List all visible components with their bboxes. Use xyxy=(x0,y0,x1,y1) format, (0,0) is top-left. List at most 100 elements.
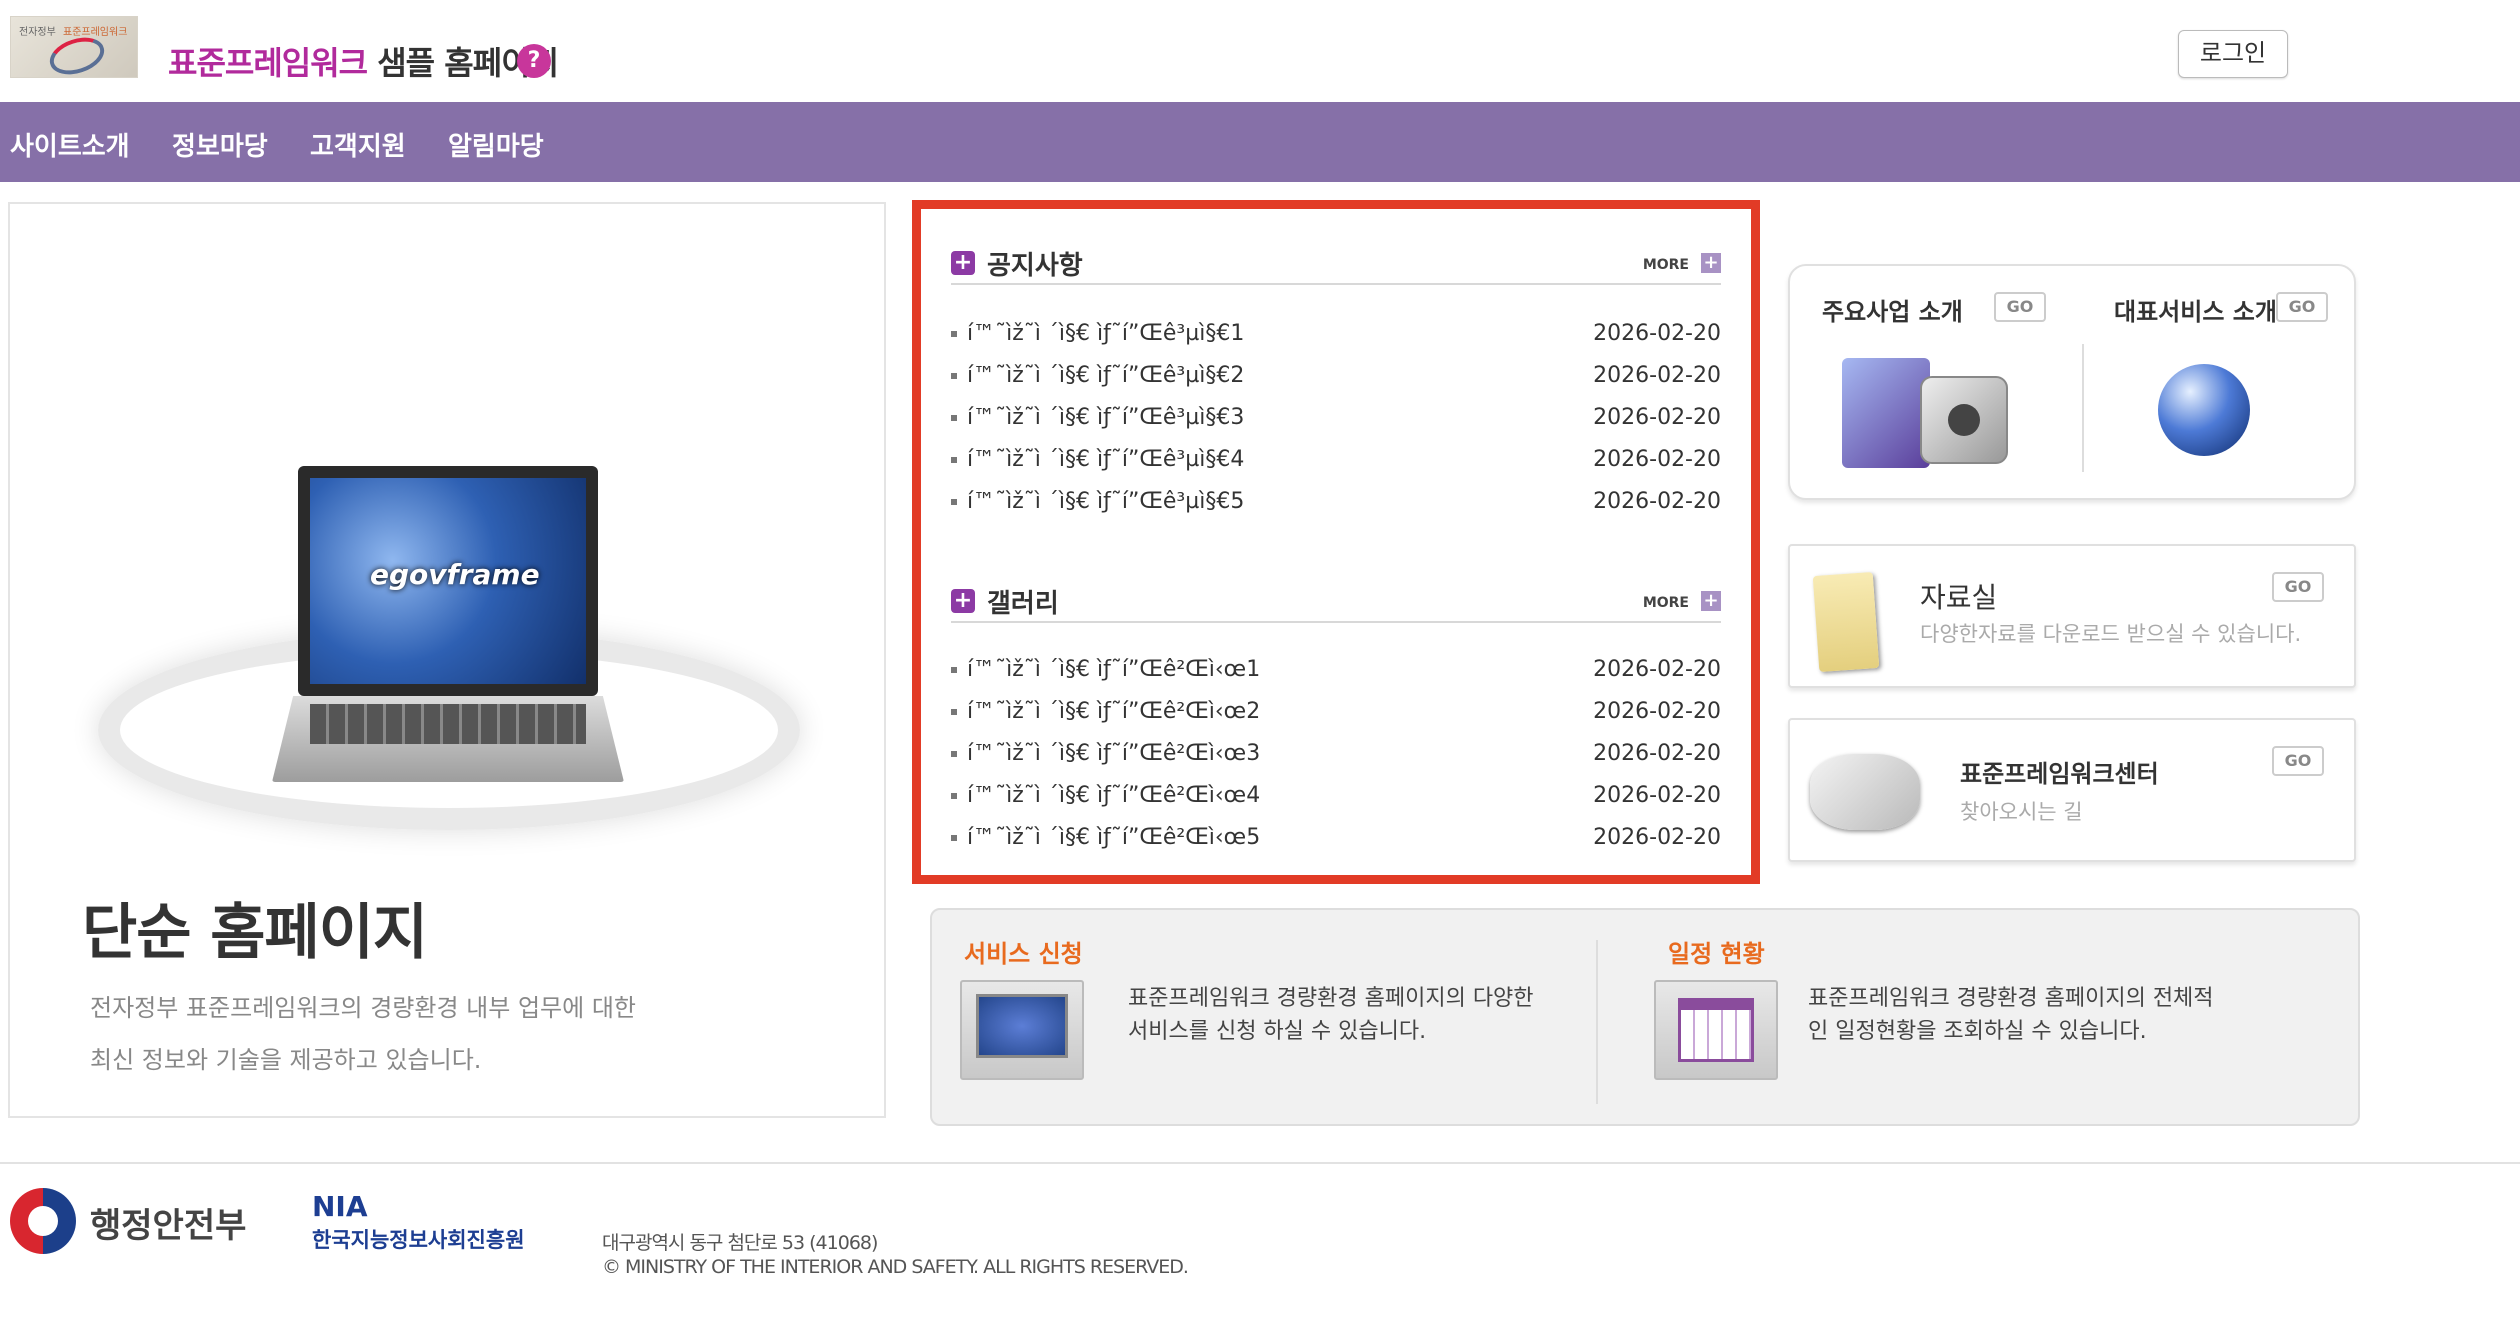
footer-divider xyxy=(0,1162,2520,1164)
bullet-icon xyxy=(951,667,957,673)
gallery-item-date: 2026-02-20 xyxy=(1593,699,1721,724)
logo-text-right: 표준프레임워크 xyxy=(63,27,128,38)
nav-item-notice[interactable]: 알림마당 xyxy=(448,126,544,163)
gallery-more-link[interactable]: MORE xyxy=(1643,595,1689,611)
notice-list-item[interactable]: í™˜ìž˜ì ´ì§€ ìƒ˜í”Œê³µì§€3 2026-02-20 xyxy=(951,401,1721,441)
ministry-logo-icon xyxy=(10,1188,76,1254)
gallery-list-item[interactable]: í™˜ìž˜ì ´ì§€ ìƒ˜í”Œê²Œì‹œ3 2026-02-20 xyxy=(951,737,1721,777)
gallery-item-title[interactable]: í™˜ìž˜ì ´ì§€ ìƒ˜í”Œê²Œì‹œ4 xyxy=(967,783,1260,808)
gallery-item-date: 2026-02-20 xyxy=(1593,741,1721,766)
footer-address: 대구광역시 동구 첨단로 53 (41068) xyxy=(602,1232,878,1254)
nav-item-site-intro[interactable]: 사이트소개 xyxy=(10,126,130,163)
gallery-item-title[interactable]: í™˜ìž˜ì ´ì§€ ìƒ˜í”Œê²Œì‹œ3 xyxy=(967,741,1260,766)
logo-ring-icon xyxy=(45,31,109,77)
schedule-image[interactable] xyxy=(1654,980,1778,1080)
notice-item-date: 2026-02-20 xyxy=(1593,489,1721,514)
help-icon[interactable]: ? xyxy=(517,44,551,78)
notice-item-title[interactable]: í™˜ìž˜ì ´ì§€ ìƒ˜í”Œê³µì§€4 xyxy=(967,447,1244,472)
main-service-label[interactable]: 대표서비스 소개 xyxy=(2114,292,2277,327)
center-subtitle: 찾아오시는 길 xyxy=(1960,800,2083,824)
nav-item-support[interactable]: 고객지원 xyxy=(310,126,406,163)
notice-item-date: 2026-02-20 xyxy=(1593,447,1721,472)
hero-description: 전자정부 표준프레임워크의 경량환경 내부 업무에 대한 최신 정보와 기술을 … xyxy=(90,982,636,1086)
laptop-screen-text: egovframe xyxy=(370,558,540,591)
notice-list-item[interactable]: í™˜ìž˜ì ´ì§€ ìƒ˜í”Œê³µì§€4 2026-02-20 xyxy=(951,443,1721,483)
ministry-name: 행정안전부 xyxy=(90,1206,247,1246)
main-business-go-button[interactable]: GO xyxy=(1994,292,2046,322)
laptop-image: egovframe xyxy=(298,466,598,696)
gallery-list-item[interactable]: í™˜ìž˜ì ´ì§€ ìƒ˜í”Œê²Œì‹œ4 2026-02-20 xyxy=(951,779,1721,819)
laptop-screen: egovframe xyxy=(310,478,586,684)
site-title[interactable]: 표준프레임워크 샘플 홈페이지 xyxy=(168,38,559,84)
schedule-line1: 표준프레임워크 경량환경 홈페이지의 전체적 xyxy=(1808,986,2214,1011)
notice-list-item[interactable]: í™˜ìž˜ì ´ì§€ ìƒ˜í”Œê³µì§€5 2026-02-20 xyxy=(951,485,1721,525)
login-button[interactable]: 로그인 xyxy=(2178,30,2288,78)
notice-item-date: 2026-02-20 xyxy=(1593,405,1721,430)
business-service-card: 주요사업 소개 GO 대표서비스 소개 GO xyxy=(1788,264,2356,500)
nia-name: 한국지능정보사회진흥원 xyxy=(312,1228,525,1252)
gallery-more-plus-icon[interactable]: + xyxy=(1701,591,1721,611)
phone-icon xyxy=(1810,754,1920,830)
main-nav: 사이트소개 정보마당 고객지원 알림마당 xyxy=(0,102,2520,182)
gallery-item-title[interactable]: í™˜ìž˜ì ´ì§€ ìƒ˜í”Œê²Œì‹œ5 xyxy=(967,825,1260,850)
notice-list-item[interactable]: í™˜ìž˜ì ´ì§€ ìƒ˜í”Œê³µì§€1 2026-02-20 xyxy=(951,317,1721,357)
service-apply-line1: 표준프레임워크 경량환경 홈페이지의 다양한 xyxy=(1128,986,1534,1011)
egov-logo[interactable]: 전자정부 표준프레임워크 xyxy=(10,16,138,78)
library-title[interactable]: 자료실 xyxy=(1920,576,1997,616)
gallery-item-date: 2026-02-20 xyxy=(1593,783,1721,808)
notice-title: 공지사항 xyxy=(987,251,1083,281)
bullet-icon xyxy=(951,457,957,463)
schedule-title[interactable]: 일정 현황 xyxy=(1668,934,1765,969)
main-service-go-button[interactable]: GO xyxy=(2276,292,2328,322)
bullet-icon xyxy=(951,331,957,337)
notice-item-date: 2026-02-20 xyxy=(1593,321,1721,346)
library-card[interactable]: 자료실 다양한자료를 다운로드 받으실 수 있습니다. GO xyxy=(1788,544,2356,688)
notice-item-title[interactable]: í™˜ìž˜ì ´ì§€ ìƒ˜í”Œê³µì§€2 xyxy=(967,363,1244,388)
center-go-button[interactable]: GO xyxy=(2272,746,2324,776)
library-go-button[interactable]: GO xyxy=(2272,572,2324,602)
gallery-list-item[interactable]: í™˜ìž˜ì ´ì§€ ìƒ˜í”Œê²Œì‹œ2 2026-02-20 xyxy=(951,695,1721,735)
nav-item-info[interactable]: 정보마당 xyxy=(172,126,268,163)
gallery-plus-icon: + xyxy=(951,589,975,613)
notice-plus-icon: + xyxy=(951,251,975,275)
bullet-icon xyxy=(951,499,957,505)
monitor-icon xyxy=(976,994,1068,1058)
bullet-icon xyxy=(951,709,957,715)
gallery-list-item[interactable]: í™˜ìž˜ì ´ì§€ ìƒ˜í”Œê²Œì‹œ5 2026-02-20 xyxy=(951,821,1721,861)
nia-logo: NIA xyxy=(312,1190,368,1223)
service-panel: 서비스 신청 표준프레임워크 경량환경 홈페이지의 다양한 서비스를 신청 하실… xyxy=(930,908,2360,1126)
card-divider xyxy=(2082,344,2084,472)
hero-desc-line2: 최신 정보와 기술을 제공하고 있습니다. xyxy=(90,1046,482,1074)
service-apply-line2: 서비스를 신청 하실 수 있습니다. xyxy=(1128,1019,1427,1044)
gallery-list-item[interactable]: í™˜ìž˜ì ´ì§€ ìƒ˜í”Œê²Œì‹œ1 2026-02-20 xyxy=(951,653,1721,693)
calendar-icon xyxy=(1678,998,1754,1062)
board-highlight-box: + 공지사항 MORE + í™˜ìž˜ì ´ì§€ ìƒ˜í”Œê³µì§€1… xyxy=(912,200,1760,884)
main-business-label[interactable]: 주요사업 소개 xyxy=(1822,292,1963,327)
bullet-icon xyxy=(951,373,957,379)
gallery-item-title[interactable]: í™˜ìž˜ì ´ì§€ ìƒ˜í”Œê²Œì‹œ1 xyxy=(967,657,1260,682)
notice-more-link[interactable]: MORE xyxy=(1643,257,1689,273)
header: 전자정부 표준프레임워크 표준프레임워크 샘플 홈페이지 ? 로그인 xyxy=(0,0,2520,102)
gallery-item-date: 2026-02-20 xyxy=(1593,657,1721,682)
footer-copyright: © MINISTRY OF THE INTERIOR AND SAFETY. A… xyxy=(602,1256,1189,1278)
globe-image xyxy=(2158,364,2250,456)
notepad-icon xyxy=(1812,572,1880,672)
notice-item-title[interactable]: í™˜ìž˜ì ´ì§€ ìƒ˜í”Œê³µì§€5 xyxy=(967,489,1244,514)
bullet-icon xyxy=(951,835,957,841)
gallery-item-title[interactable]: í™˜ìž˜ì ´ì§€ ìƒ˜í”Œê²Œì‹œ2 xyxy=(967,699,1260,724)
service-apply-title[interactable]: 서비스 신청 xyxy=(964,934,1083,969)
schedule-description: 표준프레임워크 경량환경 홈페이지의 전체적 인 일정현황을 조회하실 수 있습… xyxy=(1808,982,2214,1048)
notice-section-header: + 공지사항 MORE + xyxy=(951,245,1721,285)
center-title[interactable]: 표준프레임워크센터 xyxy=(1960,754,2159,789)
cd-image xyxy=(1920,376,2008,464)
center-card[interactable]: 표준프레임워크센터 찾아오시는 길 GO xyxy=(1788,718,2356,862)
service-apply-description: 표준프레임워크 경량환경 홈페이지의 다양한 서비스를 신청 하실 수 있습니다… xyxy=(1128,982,1534,1048)
notice-item-date: 2026-02-20 xyxy=(1593,363,1721,388)
hero-title: 단순 홈페이지 xyxy=(82,898,428,968)
notice-item-title[interactable]: í™˜ìž˜ì ´ì§€ ìƒ˜í”Œê³µì§€3 xyxy=(967,405,1244,430)
notice-more-plus-icon[interactable]: + xyxy=(1701,253,1721,273)
notice-list-item[interactable]: í™˜ìž˜ì ´ì§€ ìƒ˜í”Œê³µì§€2 2026-02-20 xyxy=(951,359,1721,399)
bullet-icon xyxy=(951,751,957,757)
notice-item-title[interactable]: í™˜ìž˜ì ´ì§€ ìƒ˜í”Œê³µì§€1 xyxy=(967,321,1244,346)
service-apply-image[interactable] xyxy=(960,980,1084,1080)
